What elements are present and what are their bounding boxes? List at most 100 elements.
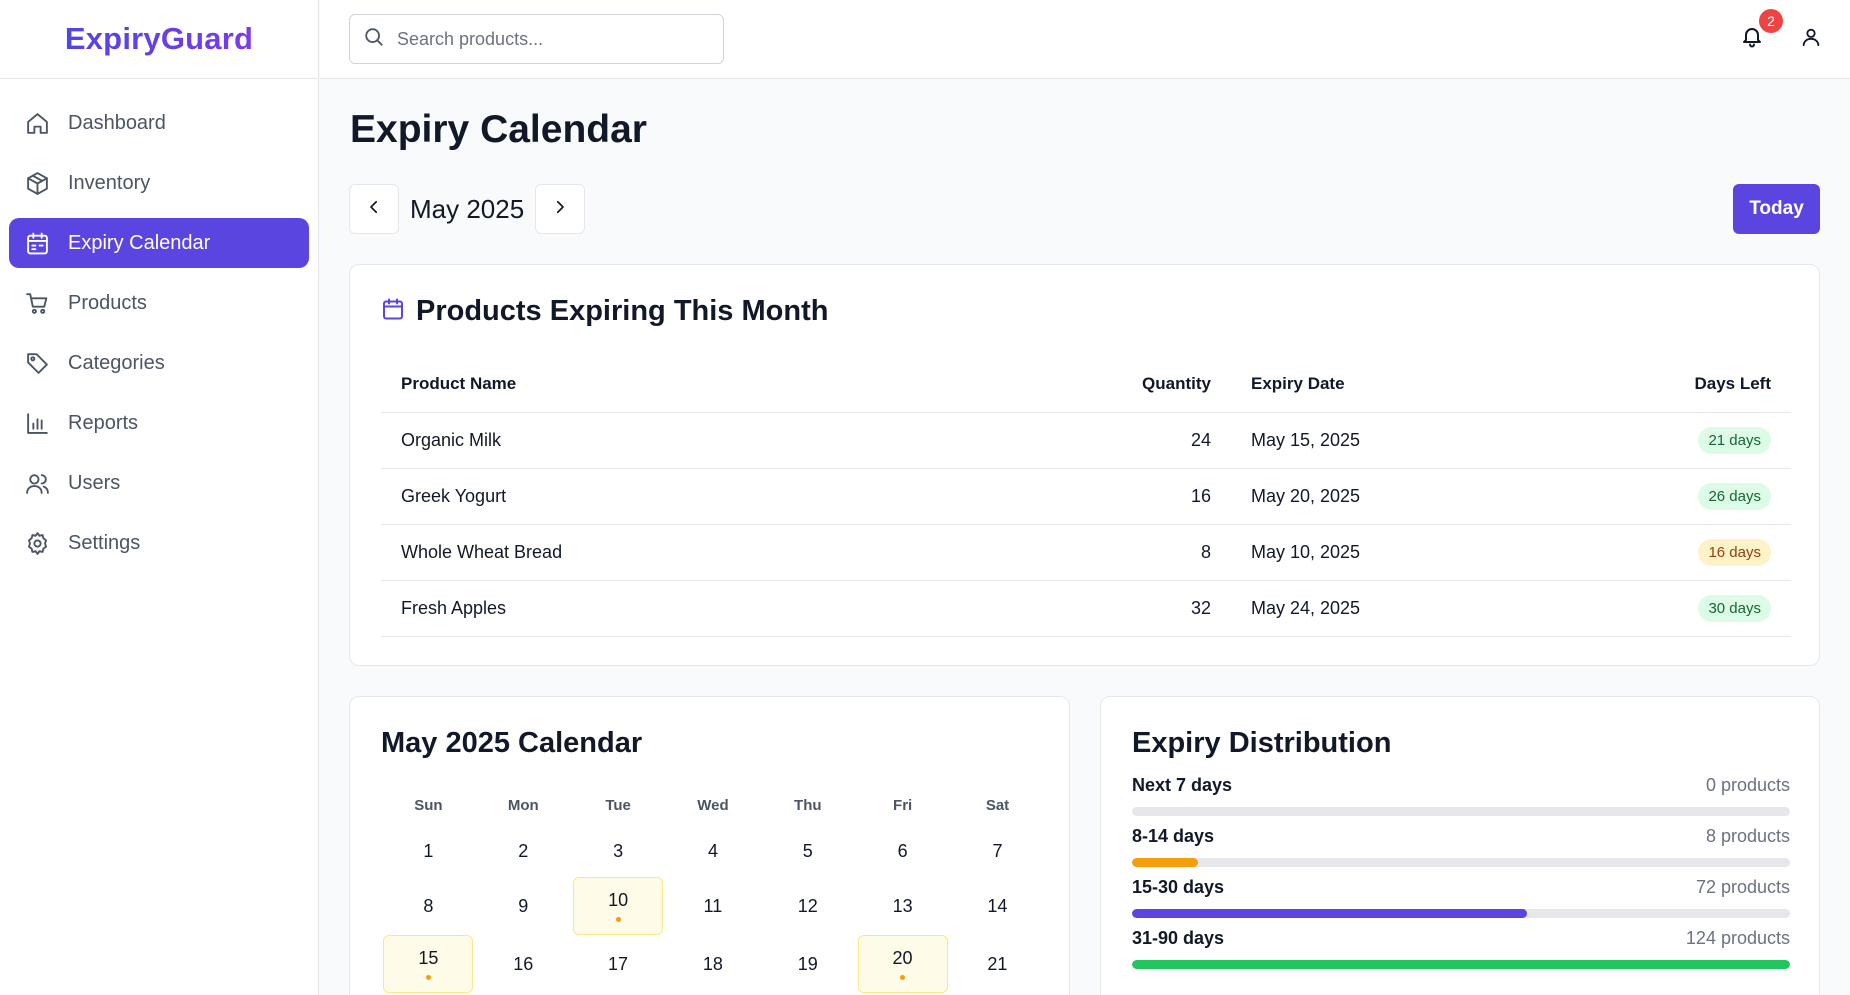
sidebar-item-label: Dashboard (68, 111, 166, 134)
sidebar-item-expiry-calendar[interactable]: Expiry Calendar (9, 218, 309, 268)
home-icon (24, 110, 50, 136)
calendar-day[interactable]: 20 (857, 935, 948, 993)
distribution-count: 124 products (1685, 928, 1790, 948)
calendar-day-number: 3 (613, 840, 624, 861)
table-row[interactable]: Whole Wheat Bread 8 May 10, 2025 16 days (381, 524, 1791, 581)
sidebar-item-label: Products (68, 291, 147, 314)
table-row[interactable]: Organic Milk 24 May 15, 2025 21 days (381, 412, 1791, 469)
column-header-quantity[interactable]: Quantity (1051, 357, 1231, 413)
column-header-days-left[interactable]: Days Left (1531, 357, 1791, 413)
product-quantity: 32 (1051, 580, 1231, 637)
sidebar-item-dashboard[interactable]: Dashboard (9, 98, 309, 148)
calendar-day[interactable]: 13 (855, 880, 950, 932)
brand-logo[interactable]: ExpiryGuard (65, 21, 253, 57)
calendar-day[interactable]: 4 (666, 825, 761, 877)
sidebar-item-inventory[interactable]: Inventory (9, 158, 309, 208)
calendar-day-number: 14 (987, 895, 1008, 916)
calendar-day-number: 13 (892, 895, 913, 916)
search-input[interactable] (397, 28, 717, 50)
calendar-day-number: 1 (423, 840, 434, 861)
calendar-day-number: 21 (987, 953, 1008, 974)
distribution-count: 72 products (1695, 877, 1790, 897)
table-row[interactable]: Fresh Apples 32 May 24, 2025 30 days (381, 580, 1791, 637)
sidebar-item-users[interactable]: Users (9, 458, 309, 508)
month-calendar-card: May 2025 Calendar Sun Mon Tue Wed Thu Fr… (349, 696, 1070, 995)
distribution-row: 15-30 days 72 products (1132, 877, 1790, 918)
calendar-title: May 2025 Calendar (381, 727, 643, 759)
calendar-week-row: 15 16 17 18 19 20 21 (381, 935, 1045, 993)
calendar-day[interactable]: 12 (760, 880, 855, 932)
calendar-day-number: 20 (892, 948, 913, 968)
current-month-label: May 2025 (410, 193, 525, 224)
next-month-button[interactable] (535, 184, 586, 234)
calendar-day-number: 15 (418, 948, 439, 968)
product-expiry-date: May 24, 2025 (1231, 580, 1531, 637)
calendar-day-number: 9 (518, 895, 529, 916)
product-quantity: 8 (1051, 524, 1231, 581)
search-icon (363, 26, 385, 53)
notification-badge: 2 (1759, 9, 1783, 33)
sidebar-item-reports[interactable]: Reports (9, 398, 309, 448)
column-header-expiry-date[interactable]: Expiry Date (1231, 357, 1531, 413)
calendar-day[interactable]: 10 (573, 877, 664, 935)
box-icon (24, 170, 50, 196)
expiry-dot-indicator (425, 975, 431, 980)
calendar-day-number: 11 (703, 895, 723, 916)
calendar-day[interactable]: 17 (571, 938, 666, 990)
distribution-row: 8-14 days 8 products (1132, 826, 1790, 867)
expiry-dot-indicator (615, 917, 621, 922)
card-title: Products Expiring This Month (416, 295, 829, 327)
prev-month-button[interactable] (349, 184, 399, 234)
product-expiry-date: May 10, 2025 (1231, 524, 1531, 581)
days-left-badge: 16 days (1698, 538, 1771, 566)
sidebar-item-categories[interactable]: Categories (9, 338, 309, 388)
weekday-label: Fri (893, 797, 913, 814)
expiry-dot-indicator (900, 975, 906, 980)
calendar-day[interactable]: 14 (950, 880, 1045, 932)
calendar-day-number: 7 (992, 840, 1003, 861)
weekday-label: Tue (605, 797, 631, 814)
weekday-label: Wed (697, 797, 729, 814)
sidebar-item-products[interactable]: Products (9, 278, 309, 328)
weekday-label: Thu (794, 797, 822, 814)
calendar-day[interactable]: 11 (665, 880, 760, 932)
search-box[interactable] (349, 14, 724, 64)
gear-icon (24, 530, 50, 556)
calendar-day[interactable]: 21 (950, 938, 1045, 990)
top-header: 2 (320, 0, 1850, 79)
calendar-day[interactable]: 16 (476, 938, 571, 990)
expiring-products-table: Product Name Quantity Expiry Date Days L… (381, 357, 1791, 637)
chevron-left-icon (365, 198, 383, 221)
calendar-day[interactable]: 6 (855, 825, 950, 877)
calendar-day[interactable]: 5 (760, 825, 855, 877)
table-row[interactable]: Greek Yogurt 16 May 20, 2025 26 days (381, 468, 1791, 525)
calendar-day-number: 10 (608, 890, 629, 910)
calendar-day[interactable]: 1 (381, 825, 476, 877)
calendar-day[interactable]: 15 (383, 935, 474, 993)
calendar-day[interactable]: 19 (760, 938, 855, 990)
progress-bar-track (1132, 960, 1790, 969)
calendar-day[interactable]: 8 (381, 880, 476, 932)
progress-bar-track (1132, 807, 1790, 816)
calendar-day[interactable]: 7 (950, 825, 1045, 877)
calendar-week-row: 1 2 3 4 5 6 7 (381, 825, 1045, 877)
logo-area: ExpiryGuard (0, 0, 318, 79)
today-button[interactable]: Today (1733, 184, 1820, 234)
calendar-day[interactable]: 18 (665, 938, 760, 990)
product-name: Whole Wheat Bread (381, 524, 1051, 581)
calendar-day-number: 18 (702, 953, 723, 974)
progress-bar-track (1132, 858, 1790, 867)
calendar-day[interactable]: 2 (476, 825, 571, 877)
distribution-label: 15-30 days (1132, 877, 1225, 897)
product-quantity: 24 (1051, 412, 1231, 469)
sidebar-item-settings[interactable]: Settings (9, 518, 309, 568)
column-header-product-name[interactable]: Product Name (381, 357, 1051, 413)
calendar-icon (381, 297, 416, 326)
calendar-day[interactable]: 9 (476, 880, 571, 932)
calendar-day[interactable]: 3 (571, 825, 666, 877)
product-name: Greek Yogurt (381, 468, 1051, 525)
days-left-badge: 26 days (1698, 482, 1771, 510)
user-menu-button[interactable] (1800, 26, 1826, 52)
days-left-badge: 30 days (1698, 594, 1771, 622)
product-expiry-date: May 20, 2025 (1231, 468, 1531, 525)
